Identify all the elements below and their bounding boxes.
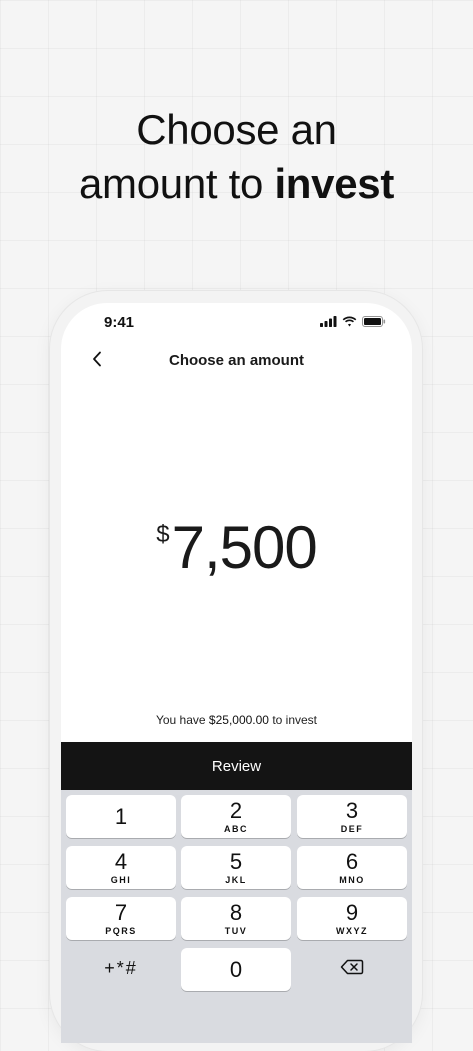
status-icons bbox=[320, 316, 386, 327]
numeric-keypad: 1 2 ABC 3 DEF 4 GHI 5 JKL 6 MNO 7 PQRS 8… bbox=[61, 790, 412, 1043]
key-digit: 4 bbox=[114, 849, 128, 874]
key-0[interactable]: 0 bbox=[181, 948, 291, 991]
headline-line-2-regular: amount to bbox=[78, 160, 275, 207]
amount-display: $7,500 bbox=[61, 513, 412, 583]
balance-note-suffix: to invest bbox=[268, 713, 318, 727]
key-6[interactable]: 6 MNO bbox=[297, 846, 407, 889]
key-letters: JKL bbox=[225, 875, 247, 885]
nav-bar: Choose an amount bbox=[61, 343, 412, 379]
key-4[interactable]: 4 GHI bbox=[66, 846, 176, 889]
key-letters: MNO bbox=[339, 875, 365, 885]
key-7[interactable]: 7 PQRS bbox=[66, 897, 176, 940]
key-digit: 9 bbox=[345, 900, 359, 925]
status-time: 9:41 bbox=[104, 314, 135, 331]
review-button[interactable]: Review bbox=[61, 742, 412, 790]
key-digit: 2 bbox=[229, 798, 243, 823]
page-headline: Choose an amount to invest bbox=[0, 103, 473, 211]
key-letters: ABC bbox=[224, 824, 248, 834]
status-bar: 9:41 bbox=[61, 303, 412, 343]
key-letters: PQRS bbox=[105, 926, 137, 936]
key-9[interactable]: 9 WXYZ bbox=[297, 897, 407, 940]
headline-line-1: Choose an bbox=[136, 106, 337, 153]
key-digit: 8 bbox=[229, 900, 243, 925]
available-balance-amount: $25,000.00 bbox=[208, 713, 269, 727]
wifi-icon bbox=[342, 316, 357, 327]
key-digit: 0 bbox=[229, 957, 243, 982]
key-letters: TUV bbox=[224, 926, 248, 936]
symbols-key-label: +*# bbox=[104, 958, 138, 978]
key-digit: 7 bbox=[114, 900, 128, 925]
key-1[interactable]: 1 bbox=[66, 795, 176, 838]
symbols-key[interactable]: +*# bbox=[66, 948, 176, 991]
available-balance-note: You have $25,000.00 to invest bbox=[61, 713, 412, 727]
headline-line-2: amount to invest bbox=[0, 157, 473, 211]
battery-icon bbox=[362, 316, 386, 327]
key-digit: 1 bbox=[114, 804, 128, 829]
key-digit: 6 bbox=[345, 849, 359, 874]
key-letters: DEF bbox=[340, 824, 364, 834]
key-letters: WXYZ bbox=[336, 926, 368, 936]
backspace-icon bbox=[340, 959, 364, 980]
balance-note-prefix: You have bbox=[155, 713, 209, 727]
nav-title: Choose an amount bbox=[168, 352, 304, 369]
phone-screen: 9:41 Choose an amount $7,500 You have $2… bbox=[61, 303, 412, 1043]
amount-value: 7,500 bbox=[171, 514, 318, 581]
key-2[interactable]: 2 ABC bbox=[181, 795, 291, 838]
cellular-signal-icon bbox=[320, 316, 337, 327]
backspace-key[interactable] bbox=[297, 948, 407, 991]
key-letters: GHI bbox=[110, 875, 132, 885]
headline-line-2-bold: invest bbox=[274, 160, 395, 207]
key-8[interactable]: 8 TUV bbox=[181, 897, 291, 940]
key-digit: 3 bbox=[345, 798, 359, 823]
key-digit: 5 bbox=[229, 849, 243, 874]
key-5[interactable]: 5 JKL bbox=[181, 846, 291, 889]
currency-symbol: $ bbox=[156, 521, 170, 548]
key-3[interactable]: 3 DEF bbox=[297, 795, 407, 838]
